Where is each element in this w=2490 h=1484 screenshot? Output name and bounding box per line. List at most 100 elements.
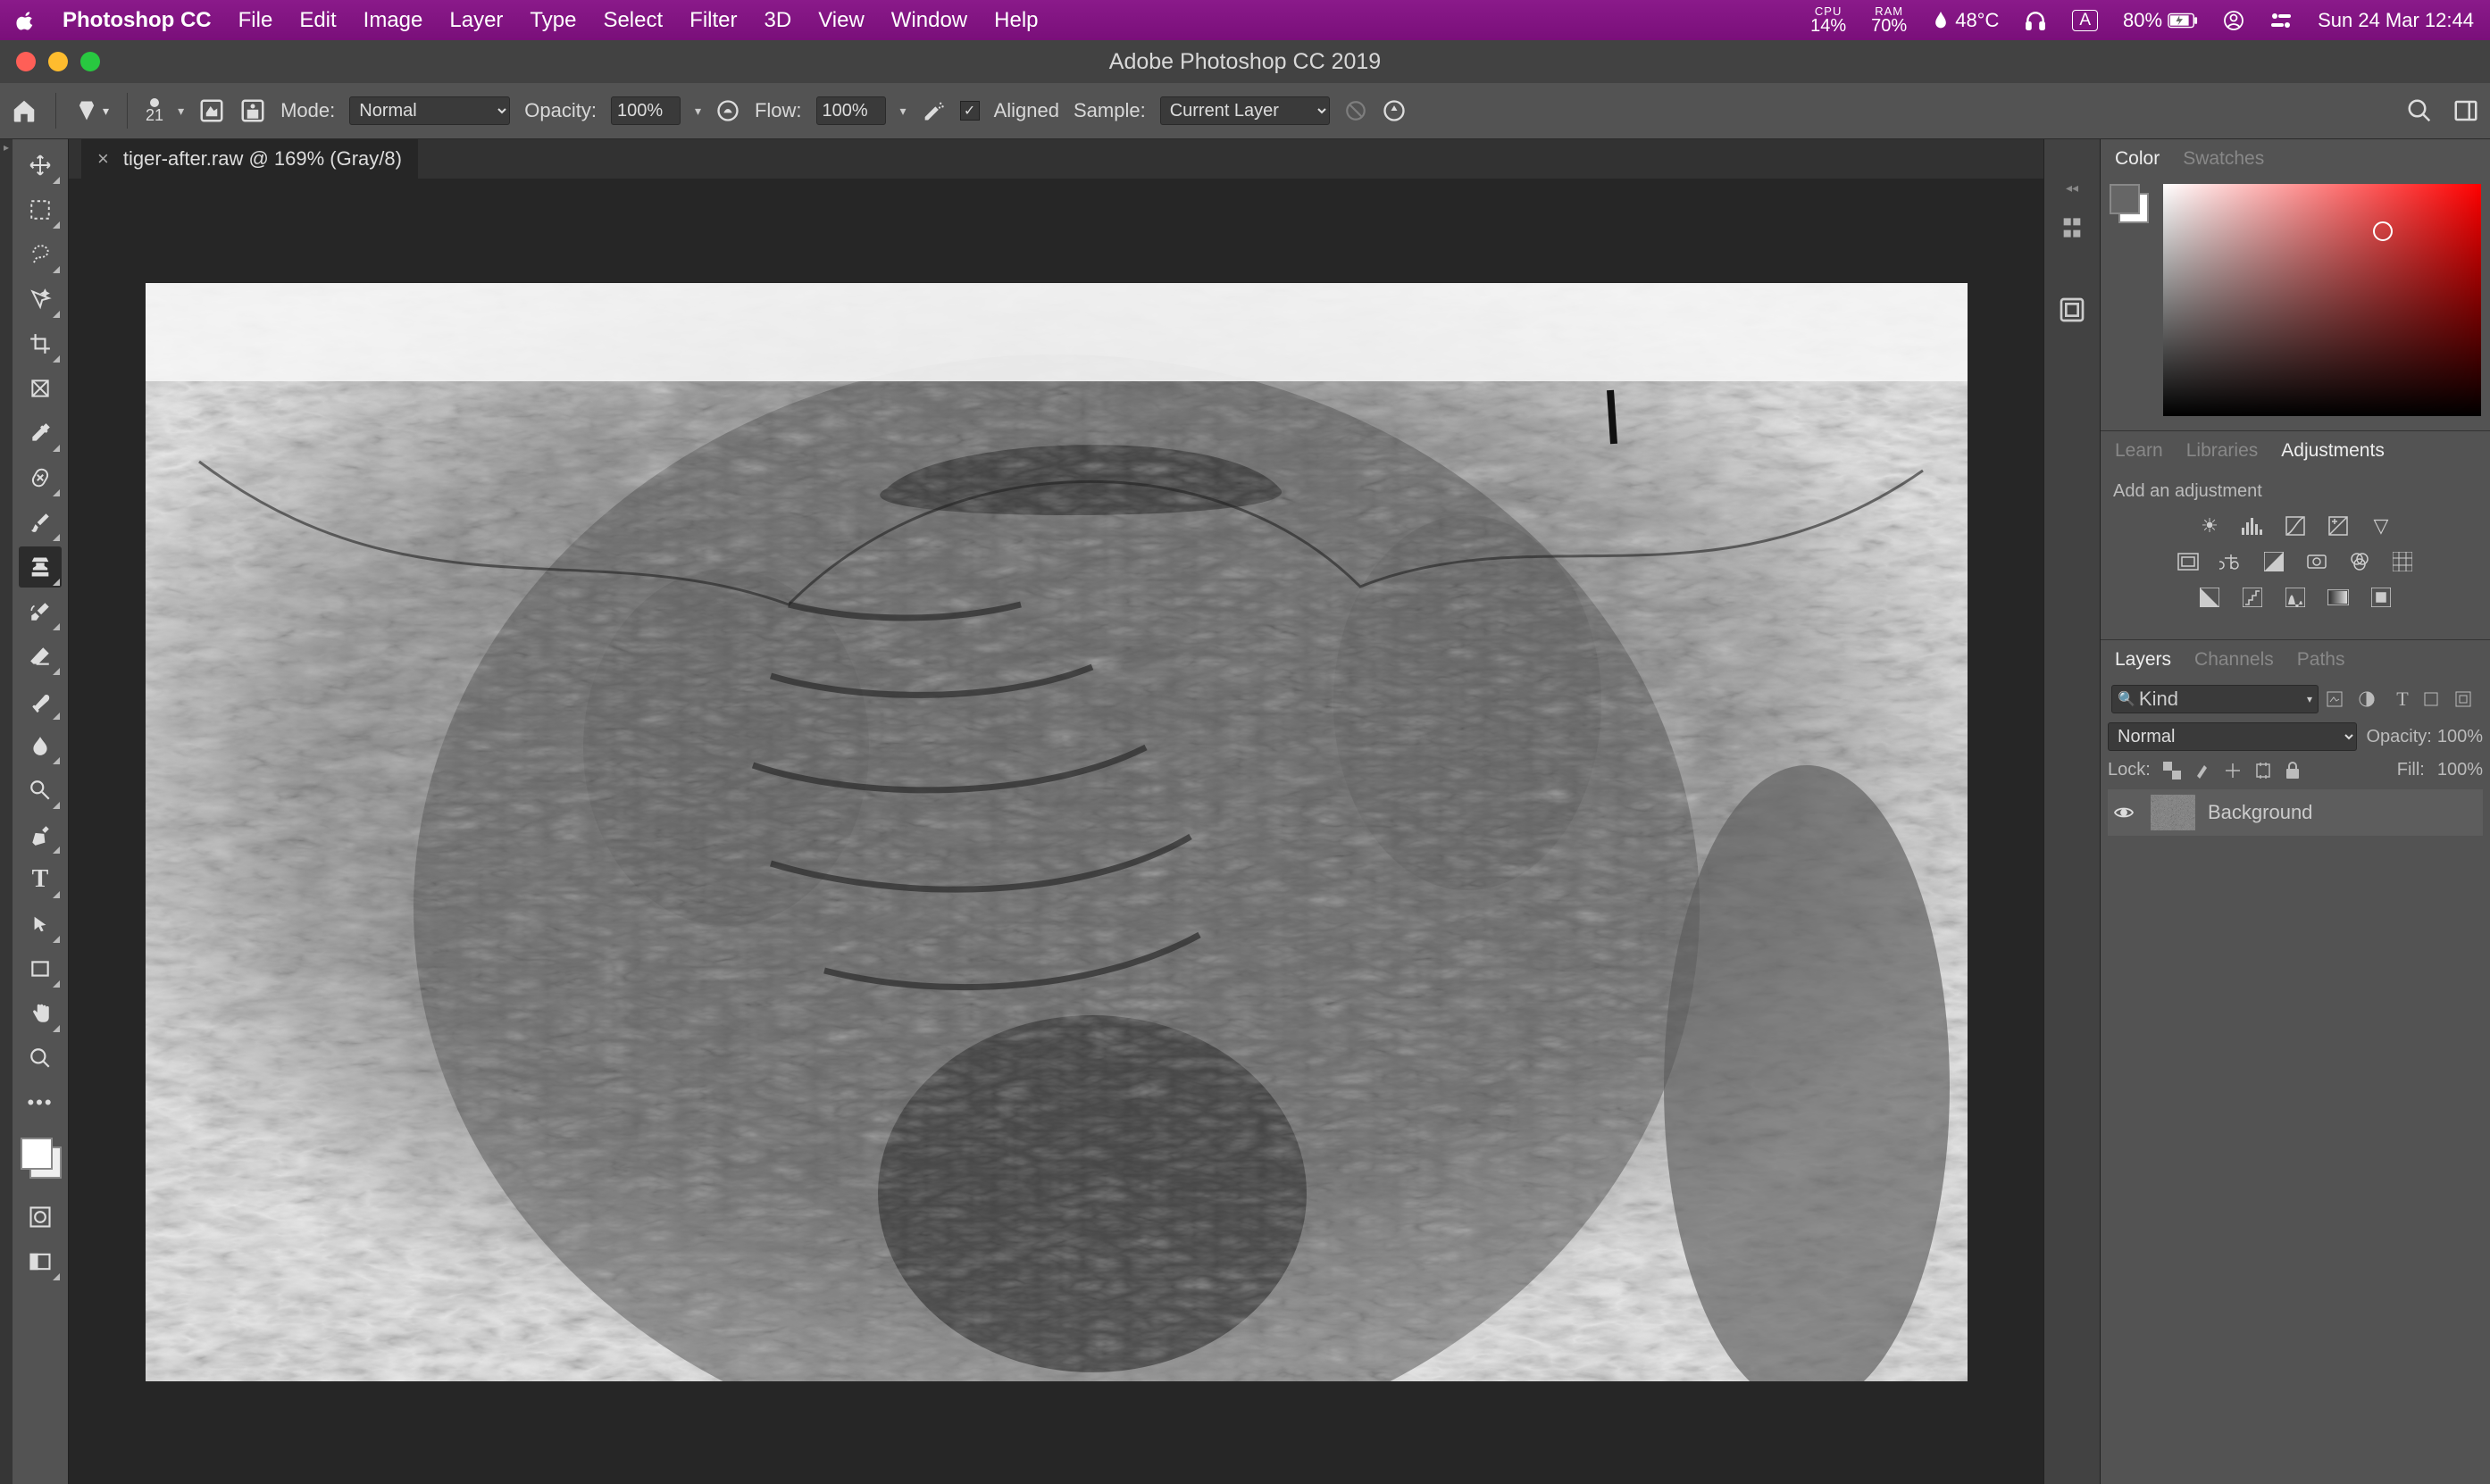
black-white-icon[interactable] (2260, 550, 2287, 573)
layer-row[interactable]: Background (2108, 789, 2483, 836)
pressure-size-icon[interactable] (1382, 98, 1407, 123)
aligned-checkbox[interactable]: ✓ (960, 101, 980, 121)
curves-icon[interactable] (2282, 514, 2309, 538)
brightness-icon[interactable]: ☀ (2196, 514, 2223, 538)
invert-icon[interactable] (2196, 586, 2223, 609)
screen-mode-icon[interactable] (19, 1241, 62, 1282)
healing-brush-tool[interactable] (19, 457, 62, 498)
filter-adjust-icon[interactable] (2358, 690, 2383, 708)
color-lookup-icon[interactable] (2389, 550, 2416, 573)
brush-tool[interactable] (19, 502, 62, 543)
zoom-tool[interactable] (19, 1038, 62, 1079)
vibrance-icon[interactable]: ▽ (2368, 514, 2394, 538)
expand-dock-icon[interactable]: ◂◂ (2066, 180, 2078, 196)
quick-mask-icon[interactable] (19, 1196, 62, 1238)
selective-color-icon[interactable] (2368, 586, 2394, 609)
color-balance-icon[interactable] (2218, 550, 2244, 573)
clone-stamp-tool[interactable] (19, 546, 62, 588)
color-tab[interactable]: Color (2115, 148, 2160, 170)
blur-tool[interactable] (19, 725, 62, 766)
photo-filter-icon[interactable] (2303, 550, 2330, 573)
menu-window[interactable]: Window (891, 8, 967, 33)
rectangle-tool[interactable] (19, 948, 62, 989)
visibility-icon[interactable] (2113, 805, 2138, 821)
lock-all-icon[interactable] (2285, 762, 2301, 780)
layers-tab[interactable]: Layers (2115, 649, 2171, 671)
posterize-icon[interactable] (2239, 586, 2266, 609)
swatches-tab[interactable]: Swatches (2183, 148, 2264, 170)
tool-preset-picker[interactable]: ▾ (74, 98, 109, 123)
adjustments-tab[interactable]: Adjustments (2281, 440, 2385, 462)
blend-mode-select[interactable]: Normal (349, 96, 510, 125)
history-brush-tool[interactable] (19, 591, 62, 632)
marquee-tool[interactable] (19, 189, 62, 230)
layer-thumbnail[interactable] (2151, 795, 2195, 830)
clone-source-panel-icon[interactable] (239, 97, 266, 124)
document-tab[interactable]: × tiger-after.raw @ 169% (Gray/8) (81, 139, 418, 179)
filter-pixel-icon[interactable] (2326, 690, 2351, 708)
threshold-icon[interactable] (2282, 586, 2309, 609)
filter-smart-icon[interactable] (2454, 690, 2479, 708)
battery-indicator[interactable]: 80% (2123, 9, 2198, 32)
pen-tool[interactable] (19, 814, 62, 855)
lock-position-icon[interactable] (2224, 762, 2242, 780)
apple-logo-icon[interactable] (16, 11, 36, 30)
sample-select[interactable]: Current Layer (1160, 96, 1330, 125)
crop-tool[interactable] (19, 323, 62, 364)
pressure-opacity-icon[interactable] (715, 98, 740, 123)
frame-tool[interactable] (19, 368, 62, 409)
quick-select-tool[interactable] (19, 279, 62, 320)
move-tool[interactable] (19, 145, 62, 186)
layer-name[interactable]: Background (2208, 801, 2312, 824)
layer-opacity-value[interactable]: 100% (2437, 727, 2483, 747)
lock-artboard-icon[interactable] (2254, 762, 2272, 780)
menu-select[interactable]: Select (603, 8, 663, 33)
type-tool[interactable]: T (19, 859, 62, 900)
dodge-tool[interactable] (19, 770, 62, 811)
properties-panel-icon[interactable] (2058, 296, 2086, 324)
user-icon[interactable] (2223, 10, 2244, 31)
menu-layer[interactable]: Layer (449, 8, 503, 33)
airbrush-icon[interactable] (921, 98, 946, 123)
path-select-tool[interactable] (19, 904, 62, 945)
history-panel-icon[interactable] (2058, 213, 2086, 242)
menu-help[interactable]: Help (994, 8, 1038, 33)
input-source-indicator[interactable]: A (2072, 10, 2098, 31)
close-tab-icon[interactable]: × (97, 147, 109, 171)
menu-edit[interactable]: Edit (299, 8, 336, 33)
libraries-tab[interactable]: Libraries (2186, 440, 2259, 462)
layer-filter-kind[interactable]: 🔍Kind▾ (2111, 685, 2319, 713)
close-window-button[interactable] (16, 52, 36, 71)
app-name[interactable]: Photoshop CC (63, 8, 212, 33)
control-center-icon[interactable] (2269, 12, 2293, 29)
headphones-icon[interactable] (2024, 9, 2047, 32)
foreground-background-swatch[interactable] (2110, 184, 2149, 223)
canvas-viewport[interactable] (69, 179, 2043, 1484)
hand-tool[interactable] (19, 993, 62, 1034)
learn-tab[interactable]: Learn (2115, 440, 2163, 462)
eraser-tool[interactable] (19, 636, 62, 677)
brush-preset-picker[interactable]: 21 (146, 98, 163, 123)
toolbar-collapse[interactable]: ▸ (0, 139, 13, 1484)
search-icon[interactable] (2406, 97, 2433, 124)
ignore-adjustment-layers-icon[interactable] (1344, 99, 1367, 122)
hue-icon[interactable] (2175, 550, 2202, 573)
menu-view[interactable]: View (818, 8, 865, 33)
channel-mixer-icon[interactable] (2346, 550, 2373, 573)
filter-type-icon[interactable]: T (2390, 688, 2415, 711)
menu-filter[interactable]: Filter (689, 8, 737, 33)
canvas[interactable] (146, 283, 1968, 1381)
brush-panel-toggle-icon[interactable] (198, 97, 225, 124)
workspace-switcher-icon[interactable] (2452, 97, 2479, 124)
layer-blend-select[interactable]: Normal (2108, 722, 2357, 751)
minimize-window-button[interactable] (48, 52, 68, 71)
menu-image[interactable]: Image (363, 8, 423, 33)
channels-tab[interactable]: Channels (2194, 649, 2274, 671)
edit-toolbar[interactable]: ••• (19, 1082, 62, 1123)
menu-file[interactable]: File (238, 8, 273, 33)
home-icon[interactable] (11, 97, 38, 124)
clock[interactable]: Sun 24 Mar 12:44 (2318, 9, 2474, 32)
levels-icon[interactable] (2239, 514, 2266, 538)
gradient-map-icon[interactable] (2325, 586, 2352, 609)
lock-transparency-icon[interactable] (2163, 762, 2181, 780)
